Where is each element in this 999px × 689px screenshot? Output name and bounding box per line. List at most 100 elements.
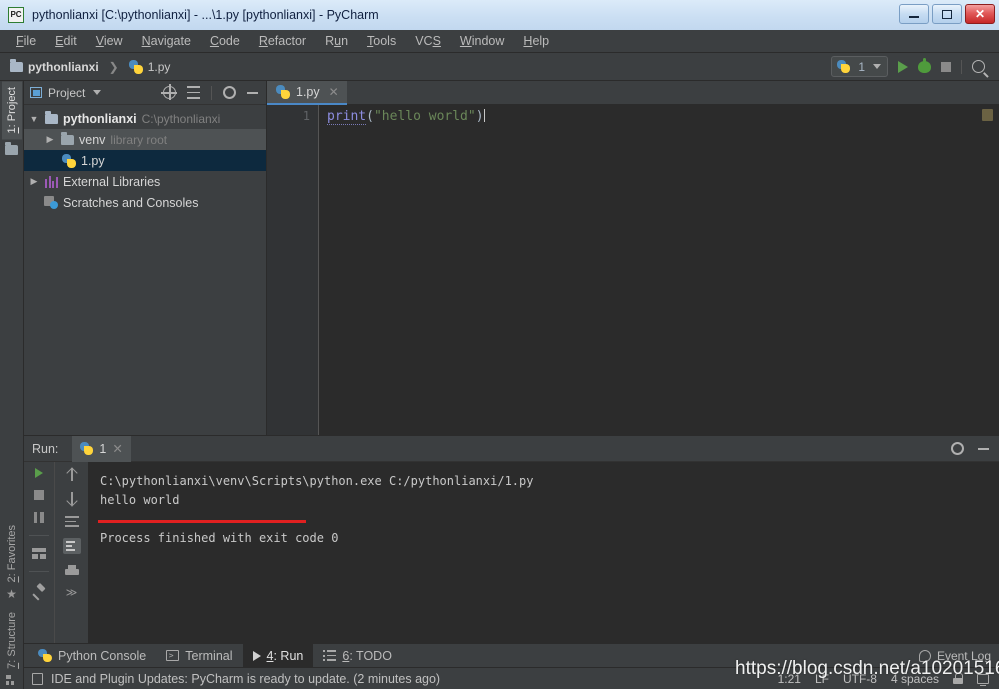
bottom-item-run[interactable]: 4: Run (242, 643, 314, 668)
minimize-button[interactable] (899, 4, 929, 24)
editor-tab-label: 1.py (296, 85, 320, 99)
breadcrumb-item-file[interactable]: 1.py (148, 60, 171, 74)
menu-window[interactable]: Window (452, 32, 512, 50)
arrow-down-icon[interactable] (66, 492, 77, 505)
tree-label: External Libraries (63, 174, 161, 189)
maximize-button[interactable] (932, 4, 962, 24)
line-number: 1 (302, 109, 310, 123)
bottom-item-label: Python Console (58, 648, 147, 663)
menu-vcs[interactable]: VCS (407, 32, 449, 50)
status-bar: IDE and Plugin Updates: PyCharm is ready… (24, 667, 999, 689)
workspace: Project ▼ pythonlianxi C:\pythonlianxi ▶… (24, 81, 999, 689)
soft-wrap-icon[interactable] (64, 516, 79, 527)
console-line-command: C:\pythonlianxi\venv\Scripts\python.exe … (100, 474, 534, 488)
folder-icon (45, 110, 58, 124)
editor-area: 1.py ✕ 1 print("hello world") (267, 81, 999, 435)
project-panel-title[interactable]: Project (30, 86, 102, 100)
run-toolbar-left (24, 462, 54, 643)
lock-icon[interactable] (953, 673, 963, 684)
sidebar-item-structure[interactable]: 7: Structure (2, 606, 22, 675)
tool-strip-bottom: 2: Favorites ★ 7: Structure (2, 519, 22, 689)
python-file-icon (276, 85, 290, 99)
tree-row-scratches[interactable]: Scratches and Consoles (24, 192, 266, 213)
status-message[interactable]: IDE and Plugin Updates: PyCharm is ready… (51, 672, 440, 686)
gear-icon[interactable] (951, 442, 964, 455)
print-icon[interactable] (64, 565, 79, 577)
line-separator[interactable]: LF (815, 672, 829, 686)
scroll-to-end-icon[interactable] (62, 538, 81, 554)
debug-button[interactable] (918, 57, 931, 73)
chevron-down-icon[interactable]: ▼ (28, 114, 40, 124)
layout-icon[interactable] (32, 548, 46, 559)
run-button[interactable] (898, 60, 908, 73)
screen-reader-icon[interactable] (977, 673, 989, 687)
menu-navigate[interactable]: Navigate (134, 32, 199, 50)
menu-run[interactable]: Run (317, 32, 356, 50)
indent-setting[interactable]: 4 spaces (891, 672, 939, 686)
menu-edit[interactable]: Edit (47, 32, 85, 50)
project-panel-header: Project (24, 81, 266, 105)
event-log-label[interactable]: Event Log (937, 649, 991, 663)
file-encoding[interactable]: UTF-8 (843, 672, 877, 686)
collapse-all-icon[interactable] (187, 86, 200, 99)
inspection-indicator[interactable] (982, 109, 993, 121)
chevron-right-icon[interactable]: ▶ (44, 134, 56, 145)
tree-sublabel: library root (110, 132, 168, 147)
arrow-up-icon[interactable] (66, 468, 77, 481)
close-icon[interactable]: ✕ (112, 441, 122, 456)
menu-code[interactable]: Code (202, 32, 248, 50)
title-bar: PC pythonlianxi [C:\pythonlianxi] - ...\… (0, 0, 999, 30)
bottom-item-terminal[interactable]: Terminal (156, 644, 242, 668)
minus-icon[interactable] (247, 91, 258, 94)
sidebar-item-favorites[interactable]: 2: Favorites (2, 519, 22, 588)
search-everywhere-button[interactable] (972, 60, 985, 73)
bottom-item-python-console[interactable]: Python Console (28, 644, 156, 668)
python-file-icon (128, 59, 143, 74)
left-tool-strip: 1: Project 2: Favorites ★ 7: Structure (0, 81, 24, 689)
pin-icon[interactable] (32, 584, 46, 598)
breadcrumb: pythonlianxi ❯ 1.py (10, 58, 171, 74)
menu-file[interactable]: File (8, 32, 44, 50)
breadcrumb-item-project[interactable]: pythonlianxi (28, 60, 99, 74)
menu-refactor[interactable]: Refactor (251, 32, 314, 50)
target-icon[interactable] (161, 84, 177, 100)
run-console[interactable]: C:\pythonlianxi\venv\Scripts\python.exe … (88, 462, 999, 643)
code-token-close-paren: ) (475, 109, 484, 124)
rerun-icon[interactable] (35, 468, 43, 478)
chevron-right-icon[interactable]: ▶ (28, 176, 40, 187)
bottom-item-todo[interactable]: 6: TODO (313, 644, 402, 668)
stop-square-icon[interactable] (34, 490, 44, 500)
code-content[interactable]: print("hello world") (319, 105, 999, 435)
run-configuration-selector[interactable]: 1 (831, 56, 888, 77)
bottom-item-label: 6: TODO (342, 648, 392, 663)
minus-icon[interactable] (978, 447, 989, 450)
stop-button[interactable] (941, 61, 951, 72)
project-tool-window: Project ▼ pythonlianxi C:\pythonlianxi ▶… (24, 81, 267, 435)
close-button[interactable]: ✕ (965, 4, 995, 24)
code-token-open-paren: ( (366, 109, 374, 124)
menu-tools[interactable]: Tools (359, 32, 404, 50)
tree-row-pythonlianxi[interactable]: ▼ pythonlianxi C:\pythonlianxi (24, 108, 266, 129)
run-tab-label: 1 (99, 441, 107, 456)
run-tab-1[interactable]: 1 ✕ (72, 435, 131, 462)
chevron-down-icon[interactable] (873, 64, 881, 69)
menu-help[interactable]: Help (515, 32, 557, 50)
structure-icon (6, 675, 17, 685)
code-editor[interactable]: 1 print("hello world") (267, 105, 999, 435)
menu-view[interactable]: View (88, 32, 131, 50)
pause-icon[interactable] (33, 512, 45, 523)
chevron-down-icon[interactable] (93, 90, 102, 95)
tree-row-venv[interactable]: ▶ venv library root (24, 129, 266, 150)
tree-row-external-libraries[interactable]: ▶ External Libraries (24, 171, 266, 192)
editor-tab-1py[interactable]: 1.py ✕ (267, 81, 347, 105)
run-window-header-actions (951, 442, 999, 455)
close-icon[interactable]: ✕ (329, 85, 339, 99)
tree-row-1py[interactable]: 1.py (24, 150, 266, 171)
gear-icon[interactable] (223, 86, 236, 99)
terminal-icon (166, 650, 180, 661)
chevron-double-right-icon[interactable]: ≫ (66, 588, 78, 599)
caret-position[interactable]: 1:21 (778, 672, 801, 686)
folder-icon (61, 131, 74, 145)
run-toolbar-right: ≫ (54, 462, 88, 643)
sidebar-item-project[interactable]: 1: Project (1, 81, 22, 140)
